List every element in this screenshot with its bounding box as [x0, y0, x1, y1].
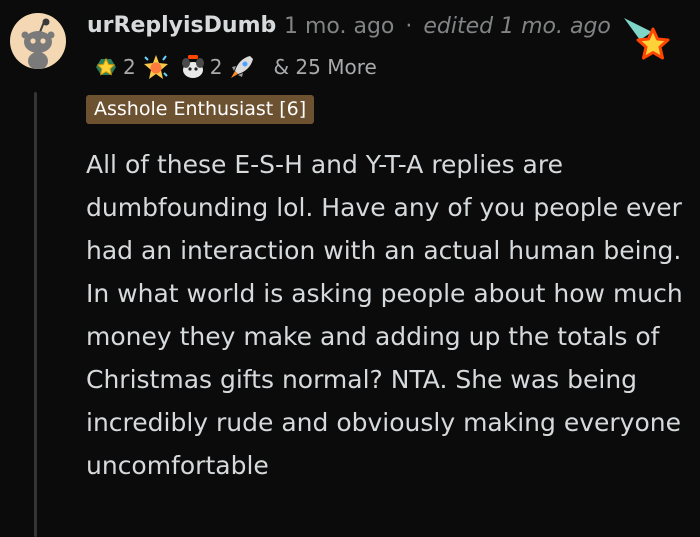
- meta-separator: ·: [405, 14, 413, 39]
- more-awards-link[interactable]: & 25 More: [273, 55, 376, 79]
- edited-timestamp: edited 1 mo. ago: [423, 14, 611, 39]
- wholesome-seal-icon[interactable]: [92, 53, 120, 81]
- starstruck-icon[interactable]: [142, 53, 170, 81]
- awards-bar[interactable]: 2 2 & 25 More: [92, 52, 377, 82]
- award-count: 2: [209, 55, 223, 79]
- helpful-dog-icon[interactable]: [179, 53, 207, 81]
- award-count: 2: [123, 55, 136, 79]
- username-link[interactable]: urReplyisDumb: [87, 13, 276, 38]
- snoo-avatar-icon: [21, 18, 55, 69]
- comment-meta: · 1 mo. ago · edited 1 mo. ago: [262, 14, 611, 39]
- star-award-icon: [624, 18, 670, 60]
- comment-body: All of these E-S-H and Y-T-A replies are…: [86, 150, 683, 480]
- avatar[interactable]: [10, 13, 66, 69]
- rocket-icon[interactable]: [228, 53, 256, 81]
- thread-line[interactable]: [34, 92, 37, 537]
- comment-award-button[interactable]: [622, 16, 674, 64]
- meta-separator: ·: [266, 14, 273, 39]
- timestamp[interactable]: 1 mo. ago: [284, 14, 394, 39]
- user-flair: Asshole Enthusiast [6]: [86, 95, 315, 124]
